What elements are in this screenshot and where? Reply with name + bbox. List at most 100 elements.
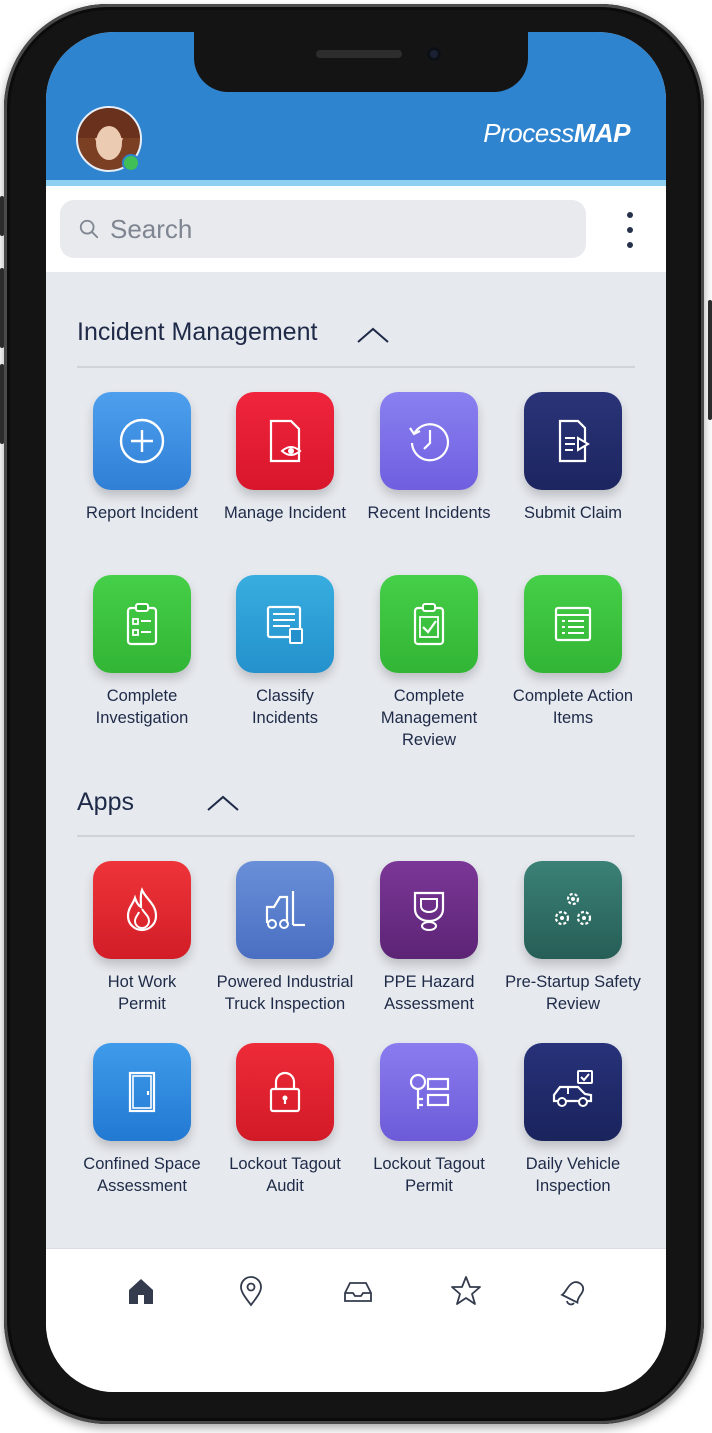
tile-daily-vehicle-inspection[interactable]: Daily Vehicle Inspection	[501, 1043, 645, 1197]
tile-label-line: Investigation	[95, 709, 189, 727]
tile-label: Manage Incident	[223, 504, 346, 522]
logo-map-text: MAP	[573, 118, 631, 148]
history-clock-icon	[380, 392, 478, 490]
tile-label: Lockout Tagout Audit	[213, 1153, 357, 1197]
nav-home[interactable]	[121, 1271, 161, 1311]
tile-label-line: Review	[545, 995, 601, 1013]
online-status-dot	[122, 154, 140, 172]
tile-label: Report Incident	[86, 504, 198, 522]
nav-notifications[interactable]	[552, 1271, 592, 1311]
door-icon	[93, 1043, 191, 1141]
flame-icon	[93, 861, 191, 959]
bell-icon	[560, 1281, 585, 1306]
tile-complete-management-review[interactable]: Complete Management Review	[357, 575, 501, 751]
volume-down-button	[0, 364, 4, 444]
gas-mask-icon	[380, 861, 478, 959]
phone-screen: ProcessMAP Search Incident Management Re…	[46, 32, 666, 1392]
section-divider	[77, 366, 635, 368]
tile-classify-incidents[interactable]: Classify Incidents	[213, 575, 357, 729]
car-check-icon	[524, 1043, 622, 1141]
key-tag-icon	[380, 1043, 478, 1141]
tile-label-line: Complete	[106, 687, 178, 705]
tile-complete-investigation[interactable]: Complete Investigation	[70, 575, 214, 729]
tile-confined-space-assessment[interactable]: Confined Space Assessment	[70, 1043, 214, 1197]
clipboard-check-icon	[380, 575, 478, 673]
tile-manage-incident[interactable]: Manage Incident	[213, 392, 357, 524]
search-icon	[79, 219, 99, 239]
volume-up-button	[0, 268, 4, 348]
tile-label: Pre-Startup Safety Review	[501, 971, 645, 1015]
tile-label-line: Powered Industrial	[216, 973, 354, 991]
tile-submit-claim[interactable]: Submit Claim	[501, 392, 645, 524]
tile-label-line: Hot Work	[107, 973, 177, 991]
tile-label: Daily Vehicle Inspection	[501, 1153, 645, 1197]
logo-process-text: Process	[483, 118, 574, 148]
section-title-apps: Apps	[77, 788, 134, 816]
tile-label: Confined Space Assessment	[70, 1153, 214, 1197]
tile-report-incident[interactable]: Report Incident	[70, 392, 214, 524]
tile-complete-action-items[interactable]: Complete Action Items	[501, 575, 645, 729]
notch	[194, 32, 528, 92]
tile-label-line: Complete	[393, 687, 465, 705]
more-menu-icon[interactable]	[624, 212, 636, 248]
tile-label: Classify Incidents	[213, 685, 357, 729]
plus-circle-icon	[93, 392, 191, 490]
document-eye-icon	[236, 392, 334, 490]
inbox-icon	[344, 1282, 372, 1302]
tile-ppe-hazard-assessment[interactable]: PPE Hazard Assessment	[357, 861, 501, 1015]
tile-label-line: Assessment	[97, 1177, 187, 1195]
submit-document-icon	[524, 392, 622, 490]
avatar-face	[96, 126, 122, 160]
tile-label-line: Permit	[405, 1177, 453, 1195]
section-title-incident-management: Incident Management	[77, 318, 318, 346]
search-placeholder: Search	[110, 213, 193, 244]
tile-label-line: Assessment	[384, 995, 474, 1013]
gears-icon	[524, 861, 622, 959]
star-icon	[451, 1276, 481, 1305]
tile-label: Powered Industrial Truck Inspection	[213, 971, 357, 1015]
tile-label: Complete Action Items	[501, 685, 645, 729]
bottom-navigation	[46, 1248, 666, 1392]
forklift-icon	[236, 861, 334, 959]
tile-label-line: Permit	[118, 995, 166, 1013]
tile-label: Complete Investigation	[70, 685, 214, 729]
nav-inbox[interactable]	[338, 1271, 378, 1311]
tile-label-line: Complete Action	[512, 687, 634, 705]
tile-lockout-tagout-permit[interactable]: Lockout Tagout Permit	[357, 1043, 501, 1197]
tile-label: Complete Management Review	[357, 685, 501, 751]
tile-label: Hot Work Permit	[70, 971, 214, 1015]
search-input[interactable]: Search	[60, 200, 586, 258]
tile-pre-startup-safety-review[interactable]: Pre-Startup Safety Review	[501, 861, 645, 1015]
home-icon	[129, 1279, 153, 1304]
section-divider	[77, 835, 635, 837]
location-pin-icon	[240, 1276, 262, 1307]
speaker	[316, 50, 402, 58]
tile-recent-incidents[interactable]: Recent Incidents	[357, 392, 501, 524]
tile-lockout-tagout-audit[interactable]: Lockout Tagout Audit	[213, 1043, 357, 1197]
action-list-icon	[524, 575, 622, 673]
tile-label-line: Inspection	[535, 1177, 611, 1195]
mute-switch	[0, 196, 4, 236]
nav-favorites[interactable]	[446, 1271, 486, 1311]
tile-label-line: Confined Space	[83, 1155, 201, 1173]
nav-locations[interactable]	[231, 1271, 271, 1311]
clipboard-list-icon	[93, 575, 191, 673]
padlock-icon	[236, 1043, 334, 1141]
tile-label: Recent Incidents	[367, 504, 491, 522]
processmap-logo: ProcessMAP	[483, 118, 630, 149]
tile-label-line: Daily Vehicle	[525, 1155, 621, 1173]
tile-powered-industrial-truck-inspection[interactable]: Powered Industrial Truck Inspection	[213, 861, 357, 1015]
tile-label: Lockout Tagout Permit	[357, 1153, 501, 1197]
tile-label-line: Lockout Tagout	[229, 1155, 341, 1173]
tile-label-line: Management	[380, 709, 478, 727]
front-camera	[427, 47, 441, 61]
tile-label-line: Audit	[266, 1177, 304, 1195]
tile-label-line: Lockout Tagout	[373, 1155, 485, 1173]
tile-label: PPE Hazard Assessment	[357, 971, 501, 1015]
tile-hot-work-permit[interactable]: Hot Work Permit	[70, 861, 214, 1015]
tile-label-line: Classify	[256, 687, 314, 705]
power-button	[708, 300, 712, 420]
search-bar-area: Search	[46, 186, 666, 272]
collapse-chevron-up-icon[interactable]	[206, 794, 240, 812]
collapse-chevron-up-icon[interactable]	[356, 326, 390, 344]
